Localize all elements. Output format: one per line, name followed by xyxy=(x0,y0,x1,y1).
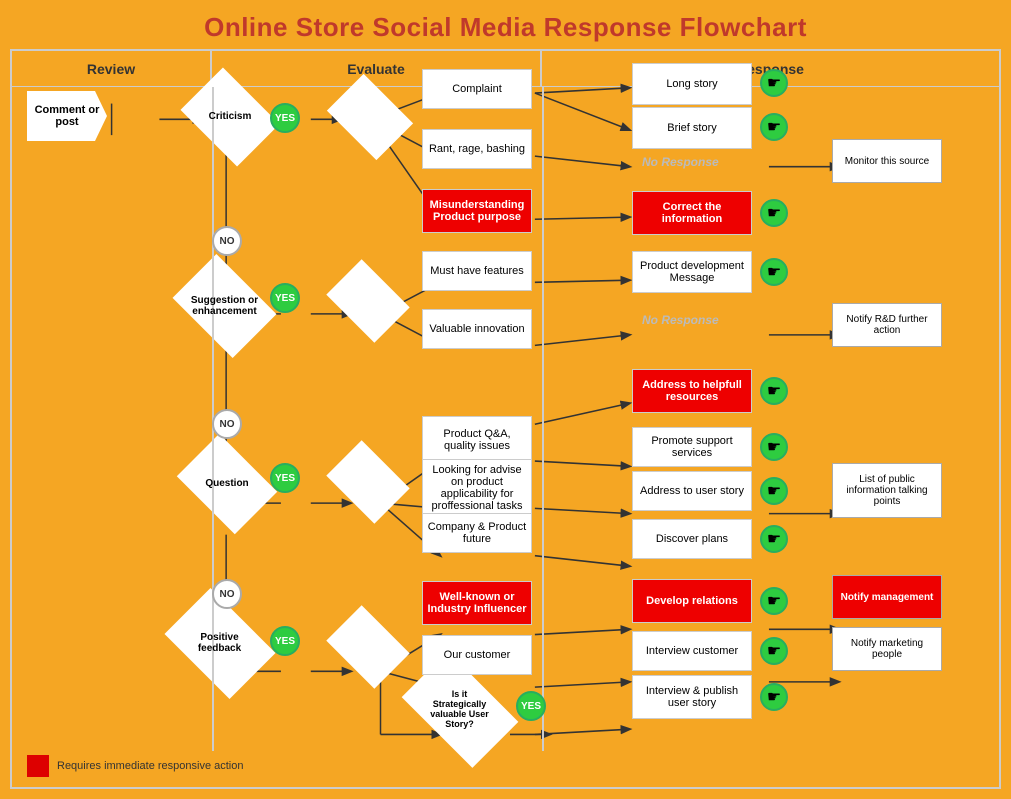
main-title: Online Store Social Media Response Flowc… xyxy=(0,0,1011,49)
valuable-innovation-box: Valuable innovation xyxy=(422,309,532,349)
no-response-1: No Response xyxy=(642,155,719,169)
comment-post-shape: Comment or post xyxy=(27,91,107,141)
complaint-box: Complaint xyxy=(422,69,532,109)
strategically-yes-badge: YES xyxy=(516,691,546,721)
criticism-eval-diamond xyxy=(332,89,407,144)
question-diamond: Question xyxy=(182,451,272,516)
address-user-story-box: Address to user story xyxy=(632,471,752,511)
criticism-no-badge: NO xyxy=(212,226,242,256)
criticism-diamond: Criticism xyxy=(190,89,270,144)
correct-info-box: Correct the information xyxy=(632,191,752,235)
interview-customer-box: Interview customer xyxy=(632,631,752,671)
suggestion-yes-badge: YES xyxy=(270,283,300,313)
suggestion-no-badge: NO xyxy=(212,409,242,439)
notify-management-box: Notify management xyxy=(832,575,942,619)
no-response-2: No Response xyxy=(642,313,719,327)
our-customer-box: Our customer xyxy=(422,635,532,675)
address-user-story-hand[interactable]: ☛ xyxy=(760,477,788,505)
must-have-box: Must have features xyxy=(422,251,532,291)
question-yes-badge: YES xyxy=(270,463,300,493)
criticism-label: Criticism xyxy=(195,111,265,122)
strategically-label: Is it Strategically valuable User Story? xyxy=(425,689,495,729)
company-future-box: Company & Product future xyxy=(422,513,532,553)
question-eval-diamond xyxy=(330,454,405,509)
looking-for-advise-box: Looking for advise on product applicabil… xyxy=(422,459,532,517)
product-dev-hand[interactable]: ☛ xyxy=(760,258,788,286)
question-label: Question xyxy=(192,478,262,489)
comment-post-label: Comment or post xyxy=(27,104,107,128)
misunderstanding-box: Misunderstanding Product purpose xyxy=(422,189,532,233)
correct-info-hand[interactable]: ☛ xyxy=(760,199,788,227)
positive-feedback-label: Positive feedback xyxy=(185,632,255,654)
develop-relations-hand[interactable]: ☛ xyxy=(760,587,788,615)
address-helpful-hand[interactable]: ☛ xyxy=(760,377,788,405)
list-public-box: List of public information talking point… xyxy=(832,463,942,518)
promote-support-box: Promote support services xyxy=(632,427,752,467)
product-qa-box: Product Q&A, quality issues xyxy=(422,416,532,464)
long-story-box: Long story xyxy=(632,63,752,105)
legend-text: Requires immediate responsive action xyxy=(57,760,243,772)
col-header-review: Review xyxy=(12,51,212,86)
suggestion-diamond: Suggestion or enhancement xyxy=(177,273,272,338)
notify-marketing-box: Notify marketing people xyxy=(832,627,942,671)
well-known-box: Well-known or Industry Influencer xyxy=(422,581,532,625)
brief-story-hand[interactable]: ☛ xyxy=(760,113,788,141)
question-no-badge: NO xyxy=(212,579,242,609)
strategically-diamond: Is it Strategically valuable User Story? xyxy=(402,675,517,743)
brief-story-box: Brief story xyxy=(632,107,752,149)
divider-evaluate xyxy=(542,87,544,751)
interview-publish-box: Interview & publish user story xyxy=(632,675,752,719)
promote-support-hand[interactable]: ☛ xyxy=(760,433,788,461)
product-dev-box: Product development Message xyxy=(632,251,752,293)
flowchart-container: Review Evaluate Response xyxy=(10,49,1001,789)
discover-plans-hand[interactable]: ☛ xyxy=(760,525,788,553)
interview-publish-hand[interactable]: ☛ xyxy=(760,683,788,711)
rant-box: Rant, rage, bashing xyxy=(422,129,532,169)
legend: Requires immediate responsive action xyxy=(27,755,243,777)
interview-customer-hand[interactable]: ☛ xyxy=(760,637,788,665)
positive-yes-badge: YES xyxy=(270,626,300,656)
suggestion-eval-diamond xyxy=(330,273,405,328)
discover-plans-box: Discover plans xyxy=(632,519,752,559)
notify-rd-box: Notify R&D further action xyxy=(832,303,942,347)
address-helpful-box: Address to helpfull resources xyxy=(632,369,752,413)
long-story-hand[interactable]: ☛ xyxy=(760,69,788,97)
legend-color-box xyxy=(27,755,49,777)
positive-feedback-diamond: Positive feedback xyxy=(167,609,272,677)
page-title-area: Online Store Social Media Response Flowc… xyxy=(0,0,1011,49)
suggestion-label: Suggestion or enhancement xyxy=(190,295,260,317)
monitor-source-box: Monitor this source xyxy=(832,139,942,183)
develop-relations-box: Develop relations xyxy=(632,579,752,623)
positive-eval-diamond xyxy=(330,619,405,674)
criticism-yes-badge: YES xyxy=(270,103,300,133)
